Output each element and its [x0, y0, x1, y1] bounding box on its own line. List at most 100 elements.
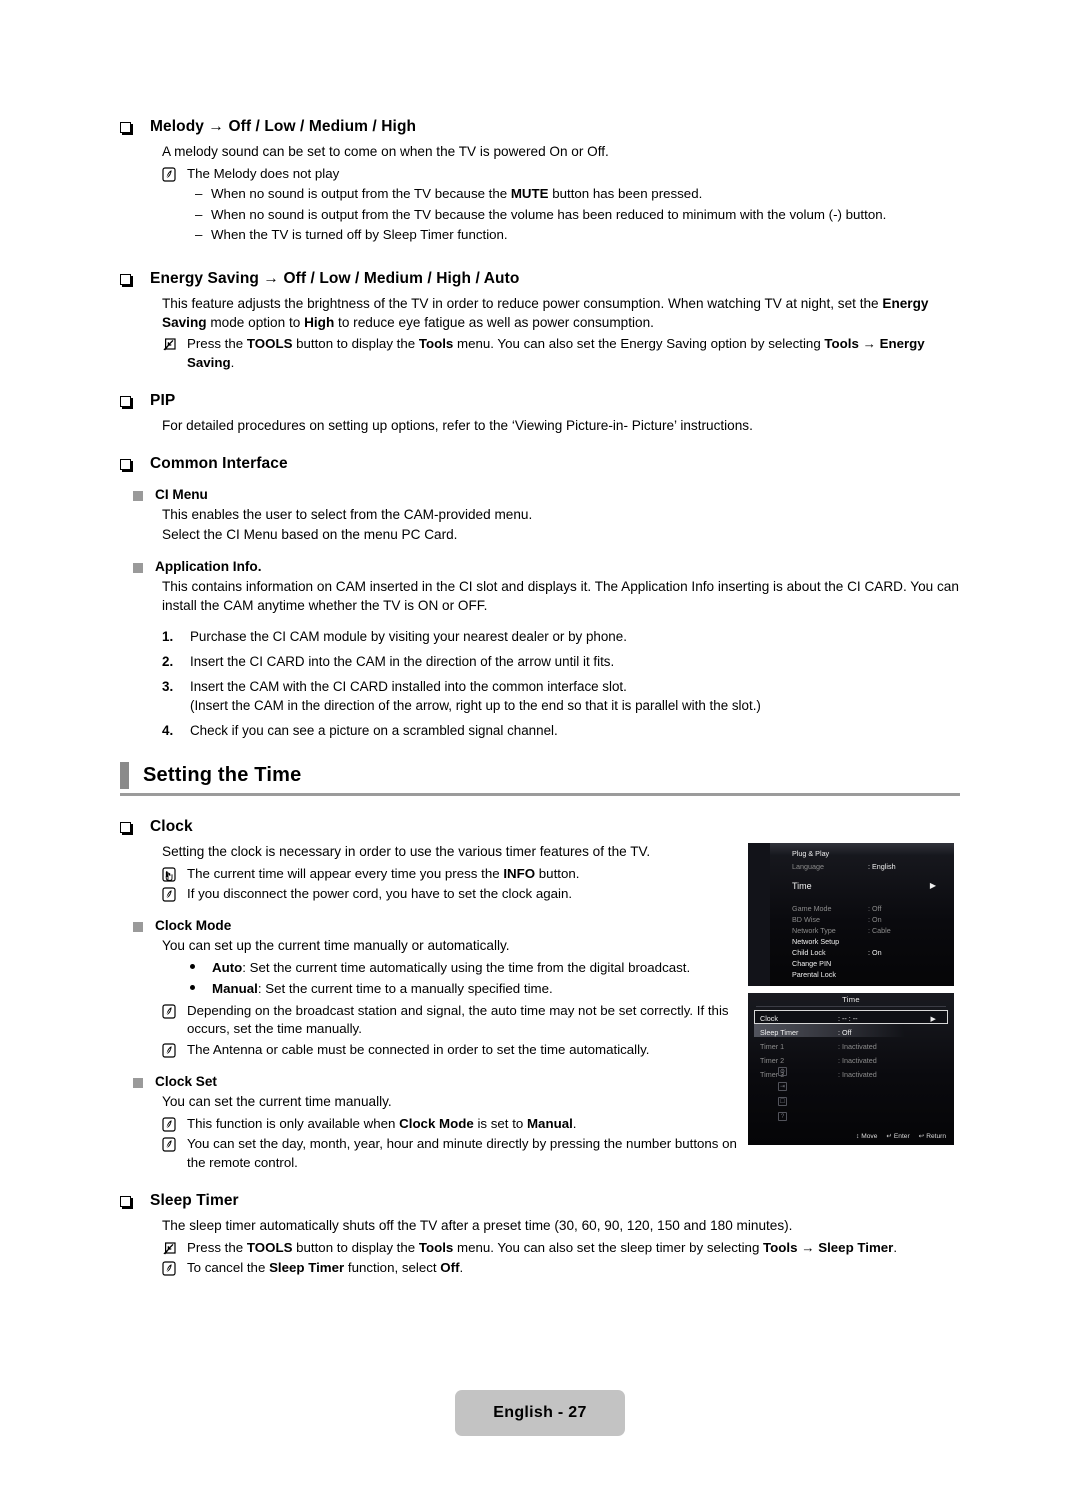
osd-row-network-type[interactable]: Network Type : Cable: [792, 926, 946, 935]
osd-row-time[interactable]: Time ▶: [792, 881, 946, 891]
sleep-timer-tools-note-text: Press the TOOLS button to display the To…: [187, 1239, 898, 1255]
dot-marker: [190, 980, 212, 999]
ci-menu-line-2: Select the CI Menu based on the menu PC …: [162, 526, 458, 542]
note-icon: [162, 1137, 176, 1152]
osd-row-child-lock-value: : On: [868, 948, 882, 957]
clock-set-subheading: Clock Set: [120, 1074, 740, 1089]
osd-row-game-mode[interactable]: Game Mode : Off: [792, 904, 946, 913]
filled-square-bullet-icon: [133, 1078, 143, 1088]
press-button-icon: [162, 866, 176, 882]
ci-step-1-number: 1.: [162, 629, 174, 644]
input-source-icon[interactable]: ⇥: [778, 1082, 787, 1091]
melody-heading: Melody → Off / Low / Medium / High: [120, 118, 960, 136]
osd-time-title: Time: [842, 995, 860, 1004]
osd-row-language[interactable]: Language : English: [792, 862, 946, 871]
nav-return-label: Return: [926, 1133, 946, 1140]
gear-icon[interactable]: ⚙: [778, 1067, 787, 1076]
melody-dash-2-text: When no sound is output from the TV beca…: [211, 206, 887, 222]
osd-row-network-setup[interactable]: Network Setup: [792, 937, 946, 946]
osd-time-row-timer-3-label: Timer 3: [760, 1070, 785, 1079]
osd-row-change-pin-label: Change PIN: [792, 959, 832, 968]
osd-row-plug-and-play[interactable]: Plug & Play: [792, 849, 946, 858]
clock-mode-manual-label: Manual: [212, 981, 258, 996]
open-square-bullet-icon: [120, 459, 131, 470]
osd-row-bd-wise-value: : On: [868, 915, 882, 924]
melody-heading-arrow: →: [208, 118, 225, 135]
osd-row-language-label: Language: [792, 862, 824, 871]
osd-row-bd-wise[interactable]: BD Wise : On: [792, 915, 946, 924]
clock-mode-note-1-text: Depending on the broadcast station and s…: [187, 1002, 729, 1037]
energy-saving-body: This feature adjusts the brightness of t…: [120, 295, 960, 332]
clock-mode-note-1: Depending on the broadcast station and s…: [120, 1002, 740, 1039]
open-square-bullet-icon: [120, 122, 131, 133]
osd-time-row-sleep-timer[interactable]: Sleep Timer : Off: [760, 1028, 946, 1037]
filled-square-bullet-icon: [133, 922, 143, 932]
application-info-subheading-text: Application Info.: [155, 559, 262, 574]
osd-time-row-sleep-timer-value: : Off: [838, 1028, 852, 1037]
enter-key-icon: ↵: [886, 1133, 892, 1140]
clock-mode-bullet-manual: Manual: Set the current time to a manual…: [120, 980, 740, 999]
osd-row-child-lock[interactable]: Child Lock : On: [792, 948, 946, 957]
clock-mode-note-2: The Antenna or cable must be connected i…: [120, 1041, 740, 1060]
osd-time-row-timer-1-value: : Inactivated: [838, 1042, 877, 1051]
osd-time-title-rule: [756, 1006, 946, 1007]
support-icon[interactable]: ?: [778, 1112, 787, 1121]
osd-row-plug-and-play-value: [868, 849, 946, 858]
osd-row-network-type-value: : Cable: [868, 926, 891, 935]
energy-saving-heading-text: Energy Saving: [150, 270, 259, 287]
osd-row-parental-lock[interactable]: Parental Lock: [792, 970, 946, 979]
filled-square-bullet-icon: [133, 491, 143, 501]
energy-saving-tools-note: Press the TOOLS button to display the To…: [120, 335, 960, 372]
es-body-3: to reduce eye fatigue as well as power c…: [334, 314, 654, 330]
chapter-rule: [120, 793, 960, 796]
osd-row-change-pin[interactable]: Change PIN: [792, 959, 946, 968]
clock-note-1: If you disconnect the power cord, you ha…: [120, 885, 740, 904]
osd-setup-side-tab-label: Setup: [748, 877, 779, 896]
nav-return: ↩ Return: [919, 1132, 946, 1140]
ci-step-1: 1. Purchase the CI CAM module by visitin…: [120, 627, 960, 646]
dash-marker: –: [195, 186, 203, 201]
osd-row-network-setup-label: Network Setup: [792, 937, 840, 946]
common-interface-heading-text: Common Interface: [150, 455, 288, 472]
section-clock-mode: Clock Mode You can set up the current ti…: [120, 918, 740, 1061]
clock-set-note-2: You can set the day, month, year, hour a…: [120, 1135, 740, 1172]
osd-row-bd-wise-label: BD Wise: [792, 915, 820, 924]
clock-mode-bullet-auto: Auto: Set the current time automatically…: [120, 959, 740, 978]
melody-body: A melody sound can be set to come on whe…: [162, 144, 609, 159]
clock-set-note-1-text: This function is only available when Clo…: [187, 1115, 740, 1134]
application-info-subheading: Application Info.: [120, 559, 960, 574]
pip-heading: PIP: [120, 392, 960, 410]
section-energy-saving: Energy Saving → Off / Low / Medium / Hig…: [120, 270, 960, 374]
note-icon: [162, 1042, 176, 1058]
osd-row-parental-lock-value: [868, 970, 946, 979]
picture-icon[interactable]: ☐: [778, 1097, 787, 1106]
note-icon: [162, 1003, 176, 1019]
manual-page: Melody → Off / Low / Medium / High A mel…: [0, 0, 1080, 1488]
ci-step-4-text: Check if you can see a picture on a scra…: [190, 723, 558, 738]
ci-menu-subheading: CI Menu: [120, 487, 960, 502]
osd-setup-side-tab[interactable]: Setup: [748, 843, 770, 986]
note-icon: [162, 1261, 176, 1276]
osd-time-row-sleep-timer-label: Sleep Timer: [760, 1028, 799, 1037]
cs-n1-b2: Manual: [526, 1115, 573, 1131]
dash-marker: –: [195, 206, 203, 222]
osd-time-row-timer-3-value: : Inactivated: [838, 1070, 877, 1079]
melody-heading-text: Melody: [150, 118, 204, 135]
pip-heading-text: PIP: [150, 392, 176, 409]
osd-time-row-timer-1[interactable]: Timer 1 : Inactivated: [760, 1042, 946, 1051]
clock-set-note-1: This function is only available when Clo…: [120, 1115, 740, 1134]
energy-saving-tools-note-text: Press the TOOLS button to display the To…: [187, 336, 925, 370]
nav-enter-label: Enter: [893, 1133, 910, 1140]
tools-icon: [162, 337, 176, 352]
sleep-timer-heading-text: Sleep Timer: [150, 1192, 239, 1209]
clock-mode-body: You can set up the current time manually…: [162, 938, 510, 953]
cs-n1-pre: This function is only available when: [187, 1115, 400, 1131]
common-interface-heading: Common Interface: [120, 455, 960, 473]
osd-time-navigation-hints: ↕ Move ↵ Enter ↩ Return: [856, 1132, 946, 1141]
osd-time-row-clock[interactable]: Clock : -- : -- ▶: [760, 1014, 946, 1023]
osd-time-row-timer-3[interactable]: Timer 3 : Inactivated: [760, 1070, 946, 1079]
osd-time-row-timer-2[interactable]: Timer 2 : Inactivated: [760, 1056, 946, 1065]
osd-row-parental-lock-label: Parental Lock: [792, 970, 836, 979]
clock-note-1-text: If you disconnect the power cord, you ha…: [187, 886, 573, 901]
dot-marker: [190, 959, 212, 978]
